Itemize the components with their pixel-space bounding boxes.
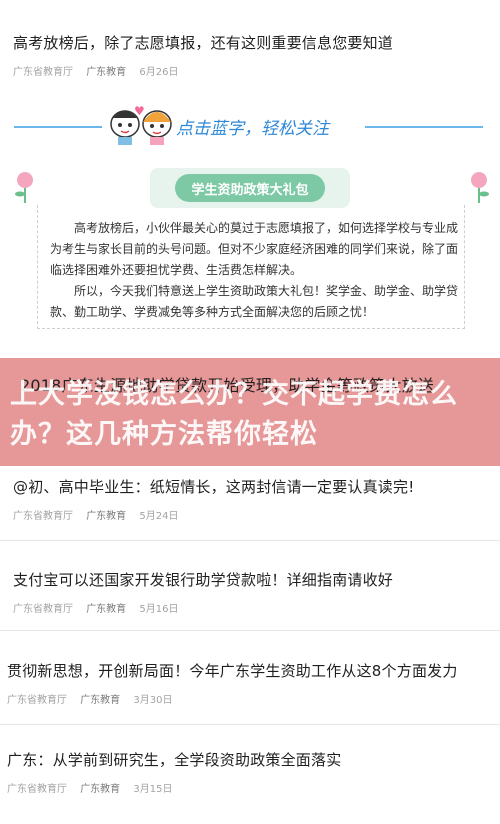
intro-text: 高考放榜后，小伙伴最关心的莫过于志愿填报了，如何选择学校与专业成为考生与家长目前…	[50, 218, 460, 323]
article-source: 广东省教育厅	[13, 67, 73, 78]
article-meta: 广东省教育厅 广东教育 3月30日	[7, 691, 182, 706]
article-title[interactable]: 支付宝可以还国家开发银行助学贷款啦！详细指南请收好	[13, 569, 393, 590]
article-author: 广东教育	[86, 604, 127, 615]
article-meta: 广东省教育厅 广东教育 5月16日	[13, 600, 188, 615]
article-source: 广东省教育厅	[7, 784, 67, 795]
policy-badge: 学生资助政策大礼包	[175, 174, 325, 202]
divider-line	[14, 126, 102, 128]
article-date: 3月30日	[133, 695, 173, 706]
article-title[interactable]: @初、高中毕业生：纸短情长，这两封信请一定要认真读完!	[13, 476, 414, 497]
article-date: 5月24日	[139, 511, 179, 522]
overlay-headline-line-2: 办？这几种方法帮你轻松	[10, 419, 318, 450]
flower-icon	[471, 172, 489, 203]
overlay-headline-line-1: 上大学没钱怎么办？交不起学费怎么	[10, 379, 458, 410]
divider-line	[365, 126, 483, 128]
article-source: 广东省教育厅	[7, 695, 67, 706]
article-date: 6月26日	[139, 67, 179, 78]
article-card-1[interactable]: 高考放榜后，除了志愿填报，还有这则重要信息您要知道 广东省教育厅 广东教育 6月…	[0, 0, 500, 90]
article-meta: 广东省教育厅 广东教育 5月24日	[13, 507, 188, 522]
article-card-2[interactable]: @初、高中毕业生：纸短情长，这两封信请一定要认真读完! 广东省教育厅 广东教育 …	[0, 466, 500, 532]
article-author: 广东教育	[80, 695, 121, 706]
intro-paragraph-2: 所以，今天我们特意送上学生资助政策大礼包！奖学金、助学金、助学贷款、勤工助学、学…	[50, 284, 459, 319]
article-source: 广东省教育厅	[13, 511, 73, 522]
article-meta: 广东省教育厅 广东教育 6月26日	[13, 63, 188, 78]
article-date: 3月15日	[133, 784, 173, 795]
article-meta: 广东省教育厅 广东教育 3月15日	[7, 780, 182, 795]
article-card-4[interactable]: 贯彻新思想，开创新局面！今年广东学生资助工作从这8个方面发力 广东省教育厅 广东…	[0, 631, 500, 721]
girl-mascot-icon	[142, 110, 172, 145]
article-author: 广东教育	[80, 784, 121, 795]
article-author: 广东教育	[86, 511, 127, 522]
article-title[interactable]: 高考放榜后，除了志愿填报，还有这则重要信息您要知道	[13, 32, 393, 53]
article-title[interactable]: 广东：从学前到研究生，全学段资助政策全面落实	[7, 749, 341, 770]
article-card-3[interactable]: 支付宝可以还国家开发银行助学贷款啦！详细指南请收好 广东省教育厅 广东教育 5月…	[0, 541, 500, 621]
article-source: 广东省教育厅	[13, 604, 73, 615]
intro-paragraph-1: 高考放榜后，小伙伴最关心的莫过于志愿填报了，如何选择学校与专业成为考生与家长目前…	[50, 221, 459, 277]
article-date: 5月16日	[139, 604, 179, 615]
flower-icon	[15, 172, 33, 203]
follow-prompt-text: 点击蓝字，轻松关注	[176, 119, 329, 139]
article-card-5[interactable]: 广东：从学前到研究生，全学段资助政策全面落实 广东省教育厅 广东教育 3月15日	[0, 725, 500, 824]
article-author: 广东教育	[86, 67, 127, 78]
article-title[interactable]: 贯彻新思想，开创新局面！今年广东学生资助工作从这8个方面发力	[7, 660, 458, 681]
